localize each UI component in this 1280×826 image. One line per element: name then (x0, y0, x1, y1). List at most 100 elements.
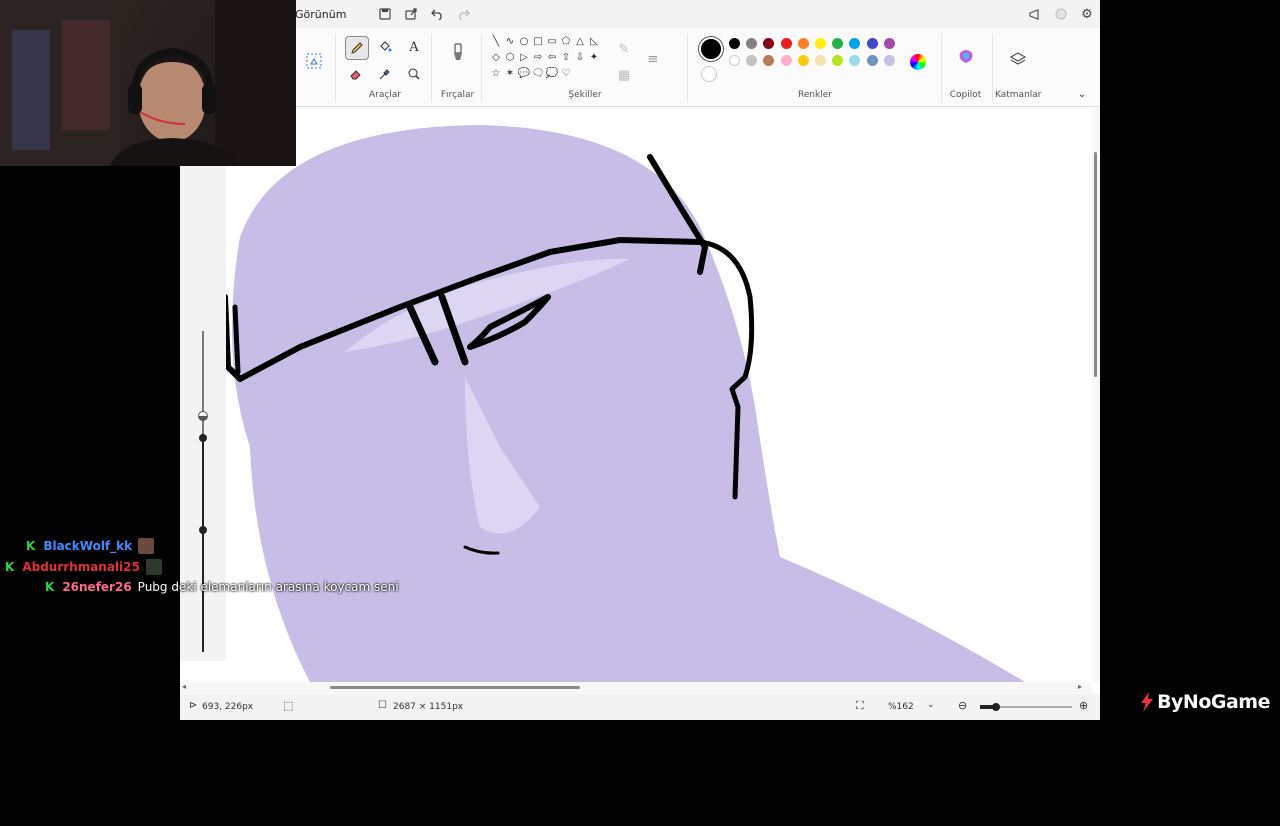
drawing-canvas[interactable] (180, 107, 1092, 682)
user-avatar (145, 559, 162, 575)
share-icon[interactable] (398, 3, 424, 25)
shape-option[interactable]: ☆ (489, 68, 503, 79)
color-swatch[interactable] (763, 55, 775, 66)
settings-gear-icon[interactable]: ⚙ (1074, 3, 1100, 25)
redo-icon[interactable] (450, 3, 476, 25)
shape-option[interactable]: ⇨ (531, 52, 545, 63)
shape-option[interactable]: ⬡ (503, 52, 517, 63)
view-menu[interactable]: Görünüm (295, 8, 346, 21)
zoom-slider[interactable] (980, 703, 1072, 711)
horizontal-scroll-thumb[interactable] (330, 686, 580, 689)
selection-icon[interactable] (303, 50, 325, 72)
scroll-right-icon[interactable]: ▸ (1078, 682, 1082, 691)
color-picker-icon[interactable] (374, 63, 396, 85)
layers-group-label: Katmanlar (995, 90, 1042, 100)
shape-option[interactable]: ▭ (545, 36, 559, 47)
shape-option[interactable]: 🗨 (531, 68, 545, 79)
opacity-thumb[interactable] (199, 434, 207, 442)
canvas-size-icon: ☐ (378, 700, 387, 711)
edit-colors-icon[interactable] (910, 54, 926, 70)
shape-option[interactable]: ♡ (559, 68, 573, 79)
feedback-icon[interactable] (1022, 3, 1048, 25)
head-shape (232, 125, 1025, 682)
copilot-icon[interactable] (955, 46, 977, 68)
chevron-down-icon[interactable]: ⌄ (927, 700, 935, 710)
selection-size-icon: ⬚ (283, 699, 294, 712)
horizontal-scrollbar[interactable]: ◂ ▸ (180, 682, 1092, 694)
kick-badge-icon: K (5, 560, 15, 574)
shape-option[interactable]: ╲ (489, 36, 503, 47)
shape-option[interactable]: 💬 (517, 68, 531, 79)
color-swatch[interactable] (746, 55, 758, 66)
color-swatch[interactable] (849, 38, 861, 49)
shape-option[interactable]: ◺ (587, 36, 601, 47)
shape-option[interactable]: ⇧ (559, 52, 573, 63)
chat-username: 26nefer26 (62, 580, 132, 594)
scroll-left-icon[interactable]: ◂ (182, 682, 186, 691)
color-swatch[interactable] (866, 55, 878, 66)
zoom-select[interactable]: %162 (888, 702, 914, 712)
shape-option[interactable]: ✶ (503, 68, 517, 79)
chat-username: BlackWolf_kk (43, 539, 133, 553)
color-swatch[interactable] (729, 55, 740, 66)
color-swatch[interactable] (780, 55, 792, 66)
shape-option[interactable]: ◇ (489, 52, 503, 63)
shape-option[interactable]: □ (531, 36, 545, 47)
shape-option[interactable]: ▷ (517, 52, 531, 63)
outline-icon[interactable]: ✎ (613, 38, 635, 60)
color-swatch[interactable] (815, 55, 826, 66)
fit-to-window-icon[interactable]: ⛶ (856, 699, 864, 713)
chat-message: K BlackWolf_kk (26, 538, 155, 554)
shape-option[interactable]: △ (573, 36, 587, 47)
kick-badge-icon: K (26, 539, 36, 553)
color-swatch[interactable] (780, 38, 792, 49)
brush-icon[interactable] (447, 42, 469, 64)
chat-message: K 26nefer26 Pubg deki elemanların arasın… (45, 580, 399, 594)
color-swatch[interactable] (797, 38, 809, 49)
shape-option[interactable]: 💭 (545, 68, 559, 79)
shapes-group-label: Şekiller (568, 90, 602, 100)
secondary-color-swatch[interactable] (701, 66, 717, 82)
shape-option[interactable]: ⇩ (573, 52, 587, 63)
shape-option[interactable]: ∿ (503, 36, 517, 47)
shape-option[interactable]: ✦ (587, 52, 601, 63)
color-swatch[interactable] (729, 38, 740, 49)
color-swatch[interactable] (832, 55, 844, 66)
chevron-down-icon[interactable]: ⌄ (1071, 83, 1093, 105)
cursor-position-icon: ⊳ (189, 700, 198, 711)
eraser-icon[interactable] (345, 63, 367, 85)
vertical-scrollbar[interactable] (1092, 107, 1100, 682)
color-swatch[interactable] (797, 55, 809, 66)
pencil-tool-icon[interactable] (345, 36, 369, 60)
fill-style-icon[interactable]: ▦ (613, 64, 635, 86)
shape-option[interactable]: ⬠ (559, 36, 573, 47)
color-palette[interactable] (729, 38, 899, 78)
account-icon[interactable] (1048, 3, 1074, 25)
fill-bucket-icon[interactable] (374, 36, 396, 58)
text-tool-icon[interactable]: A (403, 36, 425, 58)
undo-icon[interactable] (424, 3, 450, 25)
save-icon[interactable] (372, 3, 398, 25)
color-swatch[interactable] (815, 38, 826, 49)
shapes-gallery[interactable]: ╲ ∿ ○ □ ▭ ⬠ △ ◺ ◇ ⬡ ▷ ⇨ ⇦ ⇧ ⇩ ✦ ☆ ✶ 💬 🗨 💭 ♡ (489, 36, 601, 90)
vertical-scroll-thumb[interactable] (1094, 152, 1097, 377)
color-swatch[interactable] (763, 38, 775, 49)
color-swatch[interactable] (849, 55, 861, 66)
color-swatch[interactable] (746, 38, 758, 49)
size-icon[interactable]: ≡ (642, 48, 664, 70)
color-swatch[interactable] (883, 55, 895, 66)
magnifier-icon[interactable] (403, 63, 425, 85)
primary-color-swatch[interactable] (699, 37, 723, 61)
chat-message: K Abdurrhmanali25 (5, 559, 162, 575)
zoom-slider-thumb[interactable] (992, 703, 1000, 711)
canvas-size: 2687 × 1151px (393, 702, 464, 712)
layers-icon[interactable] (1007, 48, 1029, 70)
zoom-in-icon[interactable]: ⊕ (1079, 699, 1088, 712)
color-swatch[interactable] (832, 38, 844, 49)
color-swatch[interactable] (883, 38, 895, 49)
shape-option[interactable]: ○ (517, 36, 531, 47)
color-swatch[interactable] (866, 38, 878, 49)
opacity-slider[interactable] (202, 442, 204, 652)
shape-option[interactable]: ⇦ (545, 52, 559, 63)
zoom-out-icon[interactable]: ⊖ (958, 699, 967, 712)
